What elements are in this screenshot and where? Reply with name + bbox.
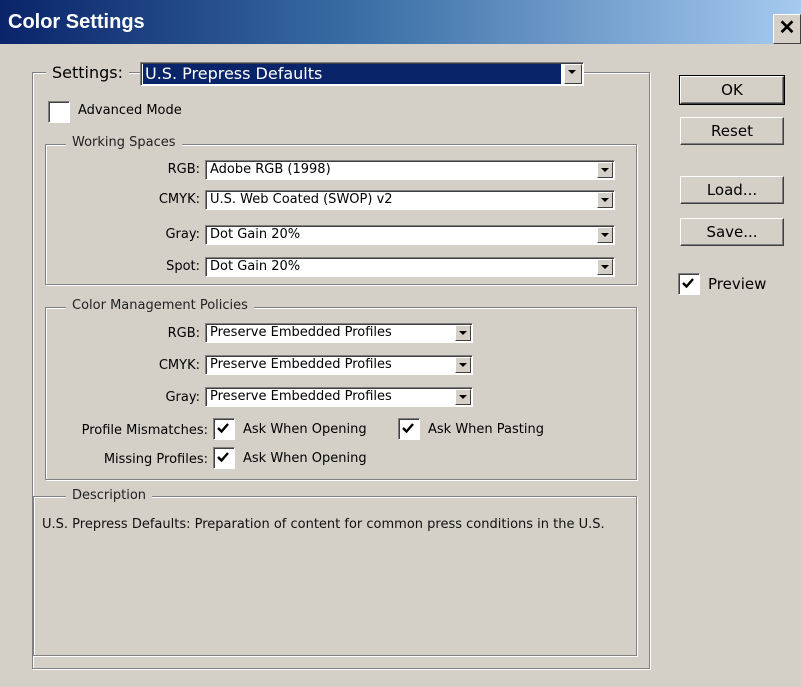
preview-label: Preview (708, 275, 767, 293)
chevron-down-icon[interactable] (455, 357, 471, 373)
policies-legend: Color Management Policies (66, 298, 254, 314)
policy-cmyk-label: CMYK: (158, 358, 200, 373)
reset-button[interactable]: Reset (680, 117, 784, 145)
mismatch-ask-pasting-checkbox[interactable] (398, 418, 420, 440)
description-text: U.S. Prepress Defaults: Preparation of c… (42, 517, 605, 532)
policy-rgb-label: RGB: (167, 326, 200, 341)
settings-label: Settings: (46, 63, 130, 83)
ws-gray-select[interactable]: Dot Gain 20% (205, 225, 615, 245)
settings-value: U.S. Prepress Defaults (143, 64, 561, 84)
checkmark-icon (682, 278, 694, 289)
policy-gray-select[interactable]: Preserve Embedded Profiles (205, 387, 473, 407)
ws-cmyk-label: CMYK: (158, 192, 200, 207)
settings-dropdown[interactable]: U.S. Prepress Defaults (140, 62, 584, 86)
missing-ask-opening-checkbox[interactable] (213, 447, 235, 469)
policy-gray-value: Preserve Embedded Profiles (210, 389, 392, 404)
chevron-down-icon[interactable] (455, 389, 471, 405)
policy-gray-label: Gray: (165, 390, 200, 405)
chevron-down-icon[interactable] (597, 162, 613, 178)
chevron-down-icon[interactable] (597, 227, 613, 243)
load-button[interactable]: Load... (680, 176, 784, 204)
ws-cmyk-value: U.S. Web Coated (SWOP) v2 (210, 192, 393, 207)
chevron-down-icon[interactable] (564, 64, 582, 84)
mismatch-ask-opening-checkbox[interactable] (213, 418, 235, 440)
preview-checkbox[interactable] (678, 273, 700, 295)
advanced-mode-label: Advanced Mode (78, 103, 182, 118)
mismatch-ask-pasting-label: Ask When Pasting (428, 422, 544, 437)
save-button[interactable]: Save... (680, 218, 784, 246)
description-legend: Description (66, 488, 153, 504)
close-icon: ✕ (778, 17, 796, 39)
ws-spot-select[interactable]: Dot Gain 20% (205, 257, 615, 277)
profile-mismatches-label: Profile Mismatches: (81, 423, 208, 438)
ws-rgb-value: Adobe RGB (1998) (210, 162, 331, 177)
chevron-down-icon[interactable] (597, 259, 613, 275)
mismatch-ask-opening-label: Ask When Opening (243, 422, 367, 437)
ws-gray-value: Dot Gain 20% (210, 227, 301, 242)
chevron-down-icon[interactable] (597, 192, 613, 208)
ws-cmyk-select[interactable]: U.S. Web Coated (SWOP) v2 (205, 190, 615, 210)
ws-gray-label: Gray: (165, 227, 200, 242)
window-title: Color Settings (8, 11, 145, 33)
ok-button[interactable]: OK (679, 75, 785, 105)
checkmark-icon (402, 423, 414, 434)
policy-cmyk-value: Preserve Embedded Profiles (210, 357, 392, 372)
working-spaces-legend: Working Spaces (66, 135, 182, 151)
title-bar: Color Settings (0, 0, 801, 44)
checkmark-icon (217, 452, 229, 463)
ws-spot-value: Dot Gain 20% (210, 259, 301, 274)
policy-rgb-value: Preserve Embedded Profiles (210, 325, 392, 340)
missing-profiles-label: Missing Profiles: (103, 452, 208, 467)
close-button[interactable]: ✕ (773, 14, 801, 44)
missing-ask-opening-label: Ask When Opening (243, 451, 367, 466)
ws-rgb-label: RGB: (167, 162, 200, 177)
advanced-mode-checkbox[interactable] (48, 101, 70, 123)
policy-cmyk-select[interactable]: Preserve Embedded Profiles (205, 355, 473, 375)
ws-rgb-select[interactable]: Adobe RGB (1998) (205, 160, 615, 180)
chevron-down-icon[interactable] (455, 325, 471, 341)
policy-rgb-select[interactable]: Preserve Embedded Profiles (205, 323, 473, 343)
checkmark-icon (217, 423, 229, 434)
ws-spot-label: Spot: (166, 259, 200, 274)
